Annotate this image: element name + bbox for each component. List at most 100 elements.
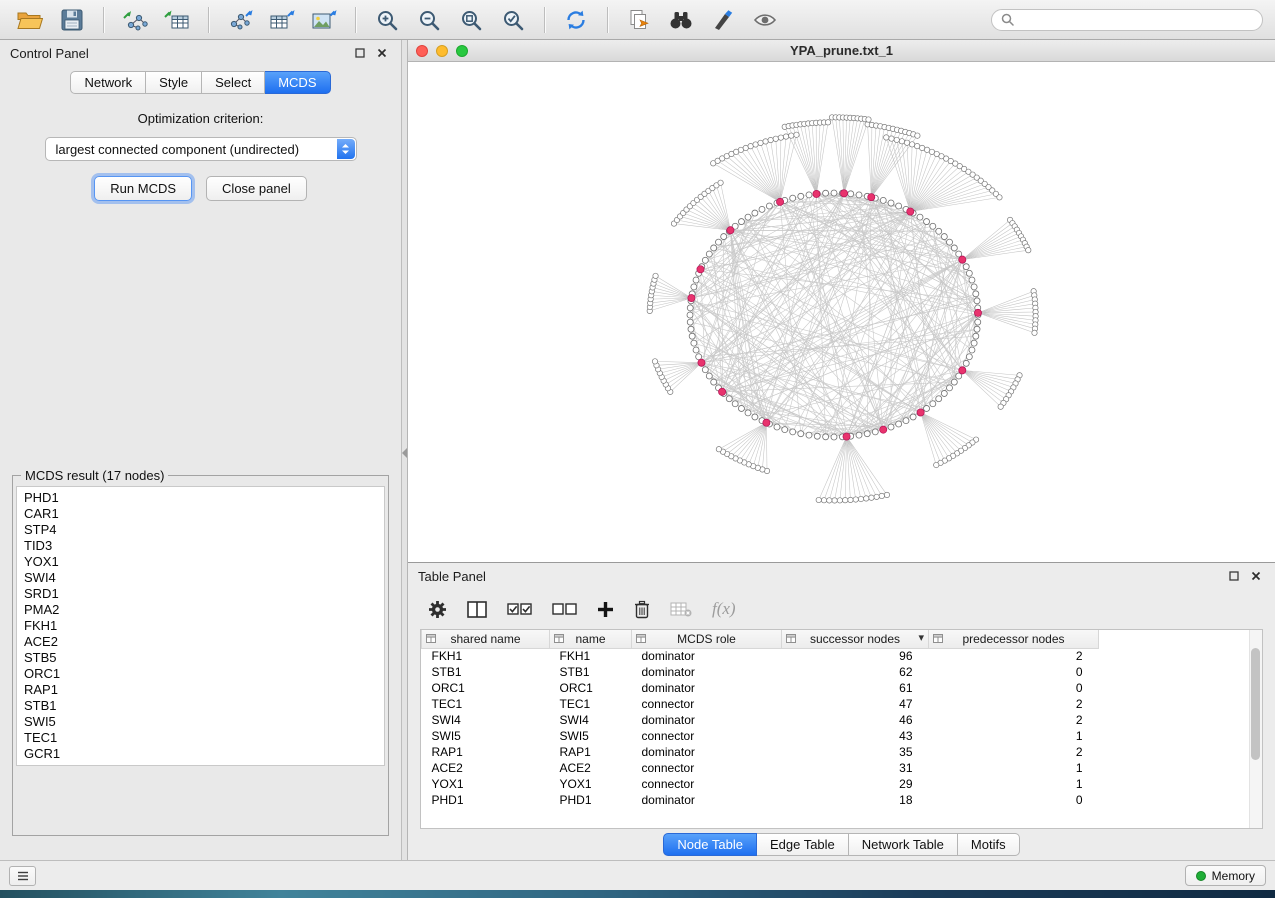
show-hide-button[interactable]: [747, 5, 783, 35]
cell-name: ORC1: [550, 680, 632, 696]
table-row[interactable]: ORC1ORC1dominator610: [422, 680, 1099, 696]
cell-name: TEC1: [550, 696, 632, 712]
close-table-panel-icon[interactable]: [1247, 568, 1265, 584]
network-window-titlebar: YPA_prune.txt_1: [408, 40, 1275, 62]
deselect-all-button[interactable]: [552, 602, 577, 616]
cell-shared_name: TEC1: [422, 696, 550, 712]
mcds-result-item[interactable]: CAR1: [17, 506, 384, 522]
export-network-button[interactable]: [222, 5, 258, 35]
table-row[interactable]: PHD1PHD1dominator180: [422, 792, 1099, 808]
delete-table-button[interactable]: [670, 601, 692, 617]
import-table-button[interactable]: [159, 5, 195, 35]
plus-icon: [597, 601, 614, 618]
import-network-button[interactable]: [117, 5, 153, 35]
table-row[interactable]: STB1STB1dominator620: [422, 664, 1099, 680]
window-maximize-button[interactable]: [456, 45, 468, 57]
zoom-selected-icon: [502, 9, 524, 31]
table-row[interactable]: FKH1FKH1dominator962: [422, 648, 1099, 664]
mcds-result-item[interactable]: ACE2: [17, 634, 384, 650]
network-canvas[interactable]: [408, 62, 1275, 562]
criterion-select[interactable]: largest connected component (undirected): [45, 137, 357, 161]
mcds-result-item[interactable]: PHD1: [17, 490, 384, 506]
show-columns-button[interactable]: [467, 601, 487, 618]
search-input[interactable]: [1019, 13, 1253, 27]
column-header-name[interactable]: name: [550, 630, 632, 648]
tab-style[interactable]: Style: [146, 71, 202, 94]
mcds-result-item[interactable]: YOX1: [17, 554, 384, 570]
scrollbar-thumb[interactable]: [1251, 648, 1260, 760]
table-scrollbar[interactable]: [1249, 630, 1262, 828]
cell-name: YOX1: [550, 776, 632, 792]
mcds-result-item[interactable]: SWI4: [17, 570, 384, 586]
tab-edge-table[interactable]: Edge Table: [757, 833, 849, 856]
zoom-selected-button[interactable]: [495, 5, 531, 35]
copy-share-icon: [627, 9, 651, 31]
mcds-result-item[interactable]: GCR1: [17, 746, 384, 762]
tab-mcds[interactable]: MCDS: [265, 71, 330, 94]
mcds-result-item[interactable]: FKH1: [17, 618, 384, 634]
column-header-predecessor-nodes[interactable]: predecessor nodes: [929, 630, 1099, 648]
column-header-MCDS-role[interactable]: MCDS role: [632, 630, 782, 648]
memory-button[interactable]: Memory: [1185, 865, 1266, 886]
cell-shared_name: SWI5: [422, 728, 550, 744]
cell-successors: 47: [782, 696, 929, 712]
table-row[interactable]: YOX1YOX1connector291: [422, 776, 1099, 792]
float-panel-icon[interactable]: [351, 45, 369, 61]
window-close-button[interactable]: [416, 45, 428, 57]
delete-column-button[interactable]: [634, 600, 650, 619]
zoom-in-button[interactable]: [369, 5, 405, 35]
mcds-result-list[interactable]: PHD1CAR1STP4TID3YOX1SWI4SRD1PMA2FKH1ACE2…: [16, 486, 385, 766]
copy-share-button[interactable]: [621, 5, 657, 35]
table-tabbar: Node TableEdge TableNetwork TableMotifs: [408, 829, 1275, 860]
table-settings-button[interactable]: [428, 600, 447, 619]
node-table[interactable]: shared namenameMCDS role successor nodes ▾…: [421, 630, 1099, 808]
zoom-fit-button[interactable]: [453, 5, 489, 35]
mcds-result-item[interactable]: TID3: [17, 538, 384, 554]
mcds-result-item[interactable]: STB1: [17, 698, 384, 714]
mcds-result-item[interactable]: STB5: [17, 650, 384, 666]
column-header-successor-nodes[interactable]: successor nodes ▾: [782, 630, 929, 648]
zoom-out-button[interactable]: [411, 5, 447, 35]
column-header-shared-name[interactable]: shared name: [422, 630, 550, 648]
run-mcds-button[interactable]: Run MCDS: [94, 176, 192, 201]
mcds-result-item[interactable]: SWI5: [17, 714, 384, 730]
save-session-button[interactable]: [54, 5, 90, 35]
cell-shared_name: ORC1: [422, 680, 550, 696]
function-builder-button[interactable]: f(x): [712, 599, 736, 619]
export-image-button[interactable]: [306, 5, 342, 35]
open-session-button[interactable]: [12, 5, 48, 35]
float-table-panel-icon[interactable]: [1225, 568, 1243, 584]
tab-network[interactable]: Network: [70, 71, 146, 94]
tab-node-table[interactable]: Node Table: [663, 833, 757, 856]
column-menu-caret-icon[interactable]: ▾: [918, 631, 924, 644]
window-minimize-button[interactable]: [436, 45, 448, 57]
table-row[interactable]: ACE2ACE2connector311: [422, 760, 1099, 776]
cell-name: FKH1: [550, 648, 632, 664]
tab-motifs[interactable]: Motifs: [958, 833, 1020, 856]
column-label: successor nodes: [810, 632, 900, 646]
mcds-result-item[interactable]: RAP1: [17, 682, 384, 698]
mcds-result-item[interactable]: TEC1: [17, 730, 384, 746]
select-all-button[interactable]: [507, 602, 532, 616]
search-box[interactable]: [991, 9, 1263, 31]
close-panel-icon[interactable]: [373, 45, 391, 61]
panel-selector-button[interactable]: [9, 866, 36, 886]
table-row[interactable]: SWI5SWI5connector431: [422, 728, 1099, 744]
close-panel-button[interactable]: Close panel: [206, 176, 307, 201]
mcds-result-item[interactable]: STP4: [17, 522, 384, 538]
tab-network-table[interactable]: Network Table: [849, 833, 958, 856]
export-table-button[interactable]: [264, 5, 300, 35]
search-network-button[interactable]: [663, 5, 699, 35]
refresh-layout-button[interactable]: [558, 5, 594, 35]
tab-select[interactable]: Select: [202, 71, 265, 94]
filter-button[interactable]: [705, 5, 741, 35]
network-graph[interactable]: [408, 62, 1275, 562]
table-row[interactable]: SWI4SWI4dominator462: [422, 712, 1099, 728]
mcds-result-item[interactable]: SRD1: [17, 586, 384, 602]
mcds-result-item[interactable]: ORC1: [17, 666, 384, 682]
mcds-result-item[interactable]: PMA2: [17, 602, 384, 618]
table-row[interactable]: TEC1TEC1connector472: [422, 696, 1099, 712]
splitter-collapse-arrow-icon[interactable]: [402, 448, 407, 458]
add-column-button[interactable]: [597, 601, 614, 618]
table-row[interactable]: RAP1RAP1dominator352: [422, 744, 1099, 760]
